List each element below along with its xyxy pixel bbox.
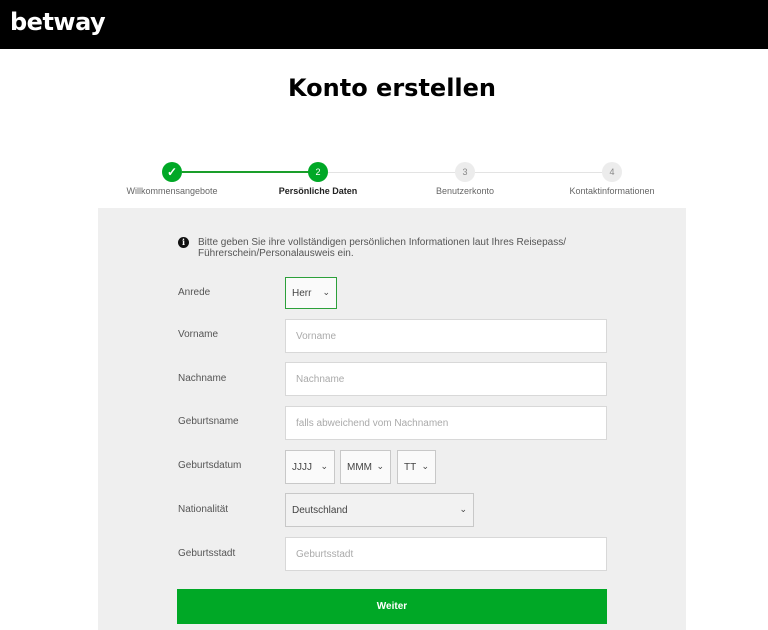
geburtsstadt-input[interactable]: Geburtsstadt (285, 537, 607, 571)
step-connector-2 (328, 172, 456, 173)
step-1-label: Willkommensangebote (126, 186, 218, 196)
birth-day-value: TT (404, 461, 417, 473)
betway-logo[interactable]: betway (10, 8, 106, 36)
info-icon: i (178, 237, 189, 248)
chevron-down-icon: ⌄ (320, 460, 328, 471)
nationalitaet-select[interactable]: Deutschland ⌄ (285, 493, 474, 527)
step-4-label: Kontaktinformationen (569, 186, 655, 196)
step-connector-3 (474, 172, 604, 173)
anrede-select[interactable]: Herr ⌄ (285, 277, 337, 309)
chevron-down-icon: ⌄ (459, 503, 467, 514)
nachname-label: Nachname (178, 373, 227, 384)
nachname-input[interactable]: Nachname (285, 362, 607, 396)
geburtsstadt-label: Geburtsstadt (178, 548, 236, 559)
chevron-down-icon: ⌄ (421, 460, 429, 471)
nationalitaet-label: Nationalität (178, 504, 229, 515)
step-3-label: Benutzerkonto (435, 186, 495, 196)
anrede-label: Anrede (178, 287, 211, 298)
chevron-down-icon: ⌄ (376, 460, 384, 471)
step-2-circle: 2 (308, 162, 328, 182)
page-title: Konto erstellen (287, 74, 497, 102)
birth-year-select[interactable]: JJJJ ⌄ (285, 450, 335, 484)
weiter-button[interactable]: Weiter (177, 589, 607, 624)
birth-month-value: MMM (347, 461, 372, 473)
chevron-down-icon: ⌄ (322, 286, 330, 297)
step-connector-1 (182, 171, 310, 173)
birth-month-select[interactable]: MMM ⌄ (340, 450, 391, 484)
vorname-input[interactable]: Vorname (285, 319, 607, 353)
birth-day-select[interactable]: TT ⌄ (397, 450, 436, 484)
geburtsname-input[interactable]: falls abweichend vom Nachnamen (285, 406, 607, 440)
vorname-label: Vorname (178, 329, 219, 340)
birth-year-value: JJJJ (292, 461, 312, 473)
step-2-label: Persönliche Daten (278, 186, 358, 196)
nationalitaet-value: Deutschland (292, 504, 348, 516)
info-text: Bitte geben Sie ihre vollständigen persö… (198, 237, 566, 259)
geburtsdatum-label: Geburtsdatum (178, 460, 242, 471)
geburtsname-label: Geburtsname (178, 416, 239, 427)
step-3-circle: 3 (455, 162, 475, 182)
step-4-circle: 4 (602, 162, 622, 182)
step-1-check-icon: ✓ (162, 162, 182, 182)
top-bar: betway (0, 0, 768, 49)
anrede-value: Herr (292, 287, 312, 299)
